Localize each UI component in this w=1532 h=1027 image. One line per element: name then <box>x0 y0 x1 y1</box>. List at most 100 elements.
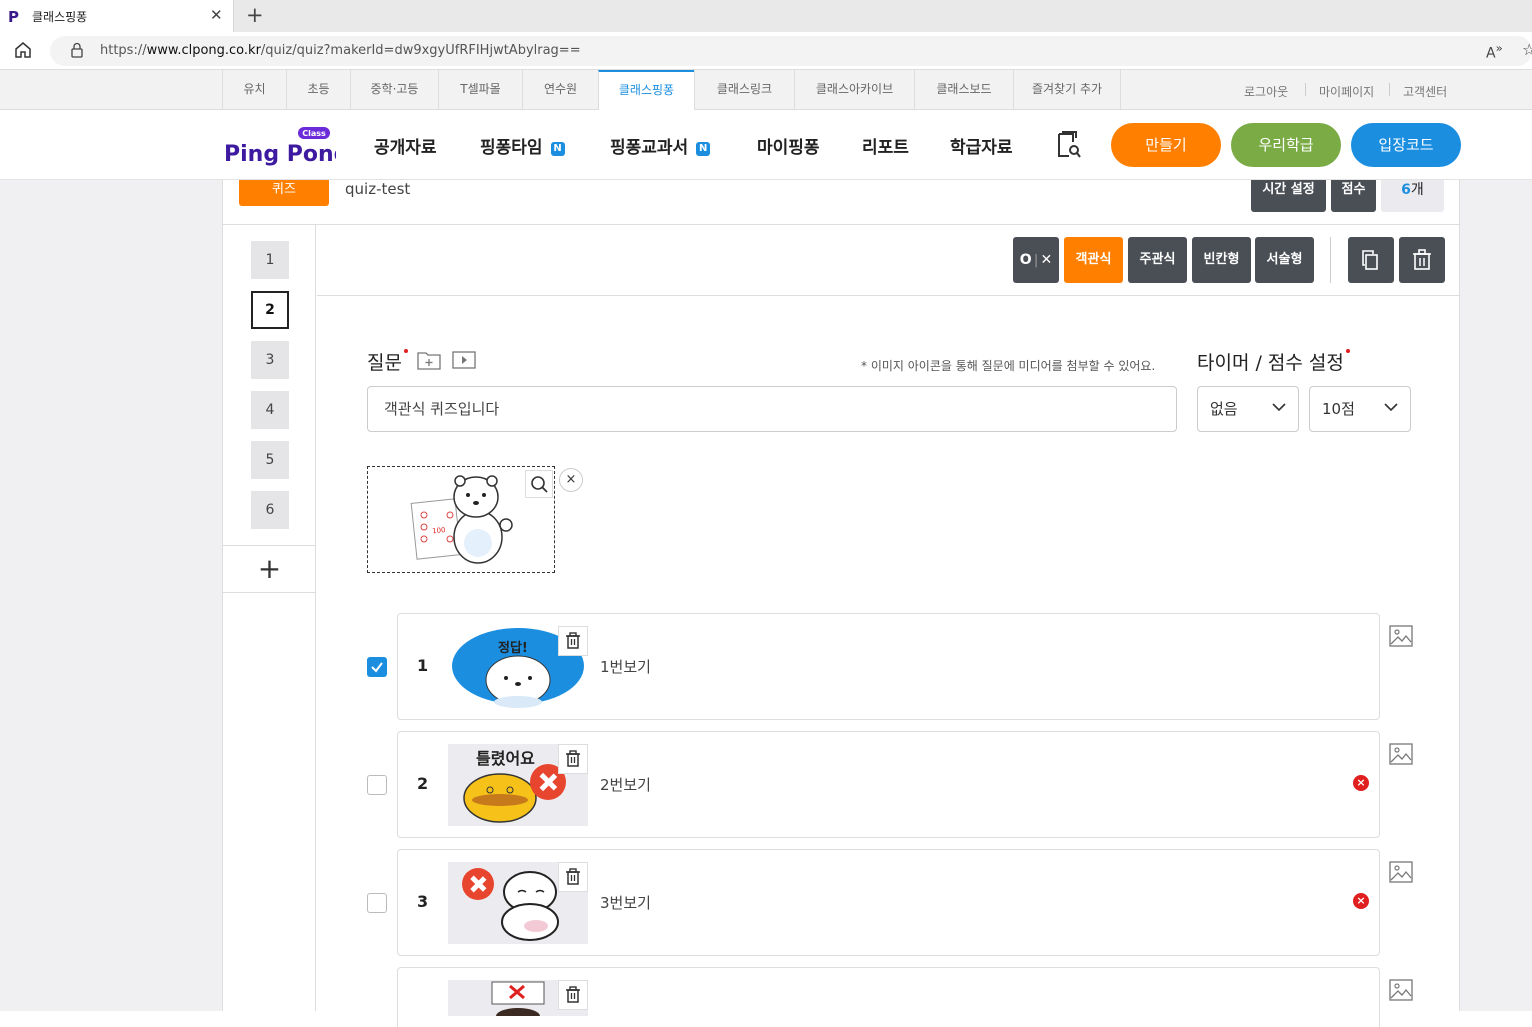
menu-public-materials[interactable]: 공개자료 <box>374 133 437 158</box>
service-tab-training[interactable]: 연수원 <box>522 70 598 110</box>
option-1-image-delete-button[interactable] <box>558 626 588 656</box>
mypage-link[interactable]: 마이페이지 <box>1319 83 1374 100</box>
question-item-3[interactable]: 3 <box>251 341 289 379</box>
folder-add-icon[interactable] <box>417 350 441 370</box>
time-setting-button[interactable]: 시간 설정 <box>1251 180 1326 212</box>
score-select[interactable]: 10점 <box>1309 386 1411 432</box>
option-2-image-delete-button[interactable] <box>558 744 588 774</box>
timer-value: 없음 <box>1210 400 1238 418</box>
read-aloud-icon[interactable]: A» <box>1486 41 1503 62</box>
question-item-6[interactable]: 6 <box>251 491 289 529</box>
option-3-checkbox[interactable] <box>367 893 387 913</box>
image-icon[interactable] <box>1389 979 1413 1001</box>
quiz-title: quiz-test <box>345 180 411 198</box>
menu-pingpong-textbook[interactable]: 핑퐁교과서 N <box>610 133 711 158</box>
score-value: 10점 <box>1322 400 1355 418</box>
new-badge: N <box>550 142 565 156</box>
lock-icon[interactable] <box>70 42 84 58</box>
video-icon[interactable] <box>452 351 476 369</box>
address-bar: https://www.clpong.co.kr/quiz/quiz?maker… <box>0 32 1532 70</box>
o-icon: O <box>1019 252 1032 268</box>
home-icon[interactable] <box>13 40 33 60</box>
score-button[interactable]: 점수 <box>1331 180 1376 212</box>
menu-label: 핑퐁교과서 <box>610 138 689 158</box>
copy-icon <box>1362 250 1378 270</box>
add-bookmark-link[interactable]: 즐겨찾기 추가 <box>1013 70 1121 110</box>
divider <box>317 295 1460 296</box>
customer-center-link[interactable]: 고객센터 <box>1403 83 1447 100</box>
type-multiple-choice-button[interactable]: 객관식 <box>1064 237 1123 283</box>
site-favicon-icon: P <box>8 8 19 26</box>
divider <box>223 224 1460 225</box>
logo-badge: Class <box>302 129 326 138</box>
image-icon[interactable] <box>1389 625 1413 647</box>
menu-class-materials[interactable]: 학급자료 <box>950 133 1013 158</box>
question-count: 6개 <box>1381 180 1444 212</box>
util-divider <box>1305 83 1306 96</box>
option-text[interactable]: 3번보기 <box>600 892 651 913</box>
entry-code-button[interactable]: 입장코드 <box>1351 123 1461 167</box>
delete-question-button[interactable] <box>1399 237 1445 283</box>
option-1-checkbox[interactable] <box>367 657 387 677</box>
quiz-editor: 퀴즈 quiz-test 시간 설정 점수 6개 1 2 3 4 5 6 + O… <box>222 180 1460 1027</box>
service-tab-classlink[interactable]: 클래스링크 <box>694 70 794 110</box>
question-item-4[interactable]: 4 <box>251 391 289 429</box>
remove-option-button[interactable]: × <box>1353 775 1369 791</box>
remove-image-button[interactable]: × <box>559 468 583 492</box>
trash-icon <box>1413 249 1431 270</box>
copy-question-button[interactable] <box>1348 237 1394 283</box>
option-4-image-delete-button[interactable] <box>558 980 588 1010</box>
menu-pingpong-time[interactable]: 핑퐁타임 N <box>480 133 565 158</box>
quiz-type-badge: 퀴즈 <box>239 180 329 206</box>
menu-label: 핑퐁타임 <box>480 138 543 158</box>
image-icon[interactable] <box>1389 861 1413 883</box>
option-number: 1 <box>417 656 429 675</box>
image-icon[interactable] <box>1389 743 1413 765</box>
service-tab-elementary[interactable]: 초등 <box>286 70 350 110</box>
add-question-button[interactable]: + <box>223 546 316 593</box>
timer-score-label: 타이머 / 점수 설정 <box>1197 348 1350 375</box>
type-ox-button[interactable]: O | ✕ <box>1013 237 1059 283</box>
image-zoom-button[interactable] <box>525 470 553 498</box>
service-tab-classpingpong[interactable]: 클래스핑퐁 <box>598 70 694 111</box>
question-item-1[interactable]: 1 <box>251 241 289 279</box>
logout-link[interactable]: 로그아웃 <box>1244 83 1288 100</box>
service-tab-kinder[interactable]: 유치 <box>222 70 286 110</box>
archive-search-icon[interactable] <box>1056 130 1082 160</box>
new-badge: N <box>696 142 711 156</box>
option-text[interactable]: 1번보기 <box>600 656 651 677</box>
tab-close-icon[interactable]: ✕ <box>210 6 223 24</box>
option-2-checkbox[interactable] <box>367 775 387 795</box>
favorite-icon[interactable]: ☆ <box>1522 40 1532 59</box>
ping-pong-logo[interactable]: Class Ping Pong <box>222 127 336 167</box>
browser-tab-strip: P 클래스핑퐁 ✕ + <box>0 0 1532 32</box>
remove-option-button[interactable]: × <box>1353 893 1369 909</box>
question-item-2[interactable]: 2 <box>251 291 289 329</box>
divider <box>1330 237 1331 283</box>
search-icon <box>531 476 548 493</box>
timer-select[interactable]: 없음 <box>1197 386 1299 432</box>
question-input[interactable]: 객관식 퀴즈입니다 <box>367 386 1177 432</box>
browser-tab[interactable]: P 클래스핑퐁 ✕ <box>0 0 234 32</box>
type-essay-button[interactable]: 서술형 <box>1255 237 1314 283</box>
type-short-answer-button[interactable]: 주관식 <box>1128 237 1187 283</box>
option-3-image-delete-button[interactable] <box>558 862 588 892</box>
service-tab-tsellpa[interactable]: T셀파몰 <box>438 70 522 110</box>
trash-icon <box>566 750 580 767</box>
our-class-button[interactable]: 우리학급 <box>1231 123 1341 167</box>
question-item-5[interactable]: 5 <box>251 441 289 479</box>
service-tab-classarchive[interactable]: 클래스아카이브 <box>794 70 914 110</box>
new-tab-icon[interactable]: + <box>246 3 264 27</box>
service-tab-classboard[interactable]: 클래스보드 <box>914 70 1013 110</box>
service-tab-middle-high[interactable]: 중학·고등 <box>350 70 438 110</box>
type-fill-blank-button[interactable]: 빈칸형 <box>1192 237 1251 283</box>
menu-my-pingpong[interactable]: 마이핑퐁 <box>757 133 820 158</box>
url-field[interactable]: https://www.clpong.co.kr/quiz/quiz?maker… <box>50 36 1532 66</box>
url-text: https://www.clpong.co.kr/quiz/quiz?maker… <box>100 43 581 58</box>
make-button[interactable]: 만들기 <box>1111 123 1221 167</box>
x-icon: ✕ <box>1040 252 1053 268</box>
main-header: Class Ping Pong 공개자료 핑퐁타임 N 핑퐁교과서 N 마이핑퐁 리… <box>0 110 1532 180</box>
option-text[interactable]: 2번보기 <box>600 774 651 795</box>
trash-icon <box>566 632 580 649</box>
menu-report[interactable]: 리포트 <box>862 133 909 158</box>
